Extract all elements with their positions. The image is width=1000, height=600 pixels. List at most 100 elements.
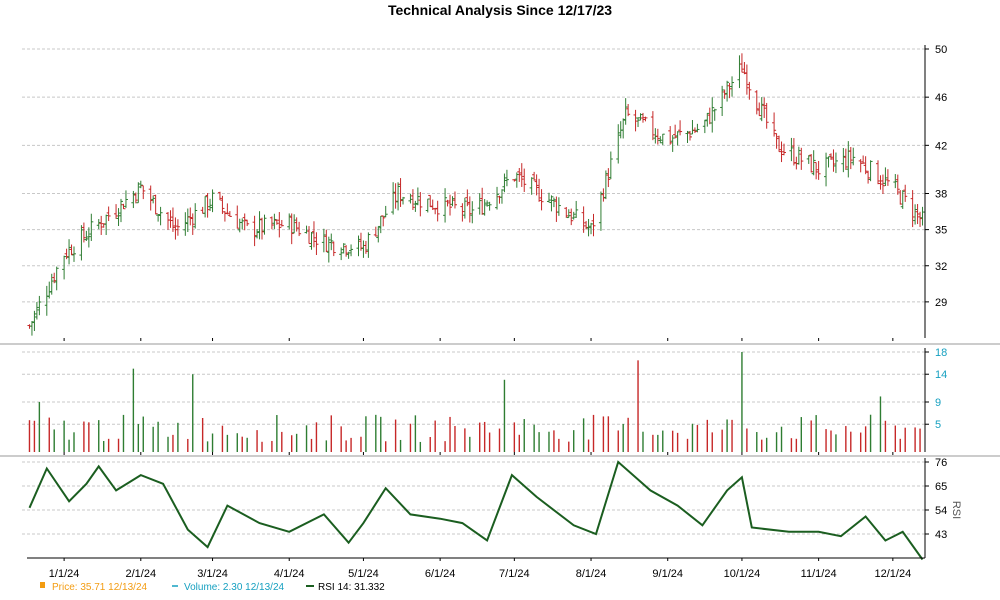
price-bar: [366, 232, 371, 258]
x-tick-label: 4/1/24: [274, 568, 305, 580]
price-bar: [816, 160, 821, 180]
price-bar: [311, 221, 316, 248]
legend-rsi-label: RSI 14: 31.332: [318, 582, 385, 593]
price-bar: [626, 103, 631, 117]
price-bar: [789, 137, 794, 162]
x-tick-label: 8/1/24: [576, 568, 607, 580]
price-bar: [67, 239, 72, 265]
price-bar: [831, 149, 836, 172]
price-bar: [166, 211, 171, 230]
price-bar: [707, 107, 712, 125]
price-bar: [670, 135, 675, 152]
price-bar: [104, 214, 109, 236]
price-bar: [480, 187, 485, 215]
price-bar: [532, 171, 537, 181]
price-bar: [185, 208, 190, 233]
price-bar: [309, 231, 314, 250]
price-bar: [668, 126, 673, 145]
price-bar: [450, 196, 455, 207]
price-bar: [843, 148, 848, 170]
price-bar: [217, 191, 222, 201]
price-bar: [210, 189, 215, 213]
price-bar: [168, 210, 173, 228]
price-bar: [589, 222, 594, 235]
price-tick-label: 35: [935, 225, 947, 237]
price-tick-label: 42: [935, 140, 947, 152]
price-bar: [727, 82, 732, 99]
price-bar: [413, 200, 418, 212]
price-bar: [477, 193, 482, 215]
price-bar: [47, 281, 52, 299]
price-bar: [245, 219, 250, 227]
rsi-tick-label: 43: [935, 529, 947, 541]
price-bar: [361, 240, 366, 258]
price-bar: [190, 213, 195, 235]
price-bar: [34, 302, 39, 320]
price-bar: [255, 229, 260, 239]
price-bar: [851, 147, 856, 166]
price-bar: [866, 170, 871, 184]
price-bar: [79, 225, 84, 261]
price-bar: [376, 225, 381, 243]
price-bar: [99, 215, 104, 235]
price-bar: [712, 108, 717, 121]
price-bar: [462, 197, 467, 219]
price-bar: [702, 119, 707, 134]
price-bar: [893, 174, 898, 189]
price-bar: [598, 191, 603, 231]
price-bar: [551, 197, 556, 208]
price-bar: [131, 190, 136, 209]
price-bar: [96, 219, 101, 230]
price-bar: [356, 235, 361, 257]
x-tick-label: 11/1/24: [801, 568, 837, 580]
price-bar: [556, 197, 561, 216]
price-bar: [806, 155, 811, 164]
legend-volume-label: Volume: 2.30 12/13/24: [184, 582, 285, 593]
price-bar: [759, 97, 764, 122]
price-bar: [913, 204, 918, 225]
price-bar: [32, 310, 37, 332]
rsi-axis-label: RSI: [950, 501, 962, 519]
price-bar: [660, 133, 665, 146]
price-bar: [203, 196, 208, 218]
price-bar: [586, 218, 591, 237]
price-bar: [289, 213, 294, 245]
price-tick-label: 50: [935, 44, 947, 56]
price-bar: [616, 124, 621, 164]
price-bar: [534, 174, 539, 196]
price-bar: [744, 64, 749, 95]
price-bar: [861, 155, 866, 164]
price-bar: [158, 206, 163, 226]
price-bar: [398, 178, 403, 207]
x-tick-label: 3/1/24: [197, 568, 228, 580]
price-panel: [27, 53, 925, 336]
x-tick-label: 10/1/24: [724, 568, 761, 580]
price-bar: [307, 226, 312, 245]
price-bar: [428, 194, 433, 208]
price-bar: [279, 219, 284, 227]
price-bar: [106, 206, 111, 222]
price-tick-label: 38: [935, 189, 947, 201]
price-bar: [858, 159, 863, 173]
price-bar: [633, 109, 638, 132]
price-bar: [86, 227, 91, 248]
price-bar: [272, 213, 277, 229]
price-bar: [257, 211, 262, 240]
price-bar: [774, 133, 779, 149]
x-tick-label: 2/1/24: [125, 568, 156, 580]
price-bar: [84, 230, 89, 242]
price-tick-label: 29: [935, 297, 947, 309]
price-bar: [37, 295, 42, 316]
price-bar: [846, 141, 851, 178]
price-bar: [44, 285, 49, 316]
price-bar: [601, 188, 606, 202]
price-bar: [383, 205, 388, 218]
price-bar: [772, 112, 777, 137]
price-bar: [344, 245, 349, 257]
price-bar: [373, 226, 378, 237]
price-bar: [591, 213, 596, 237]
price-bar: [175, 219, 180, 236]
price-bar: [754, 90, 759, 115]
price-bar: [54, 266, 59, 291]
price-bar: [848, 146, 853, 170]
